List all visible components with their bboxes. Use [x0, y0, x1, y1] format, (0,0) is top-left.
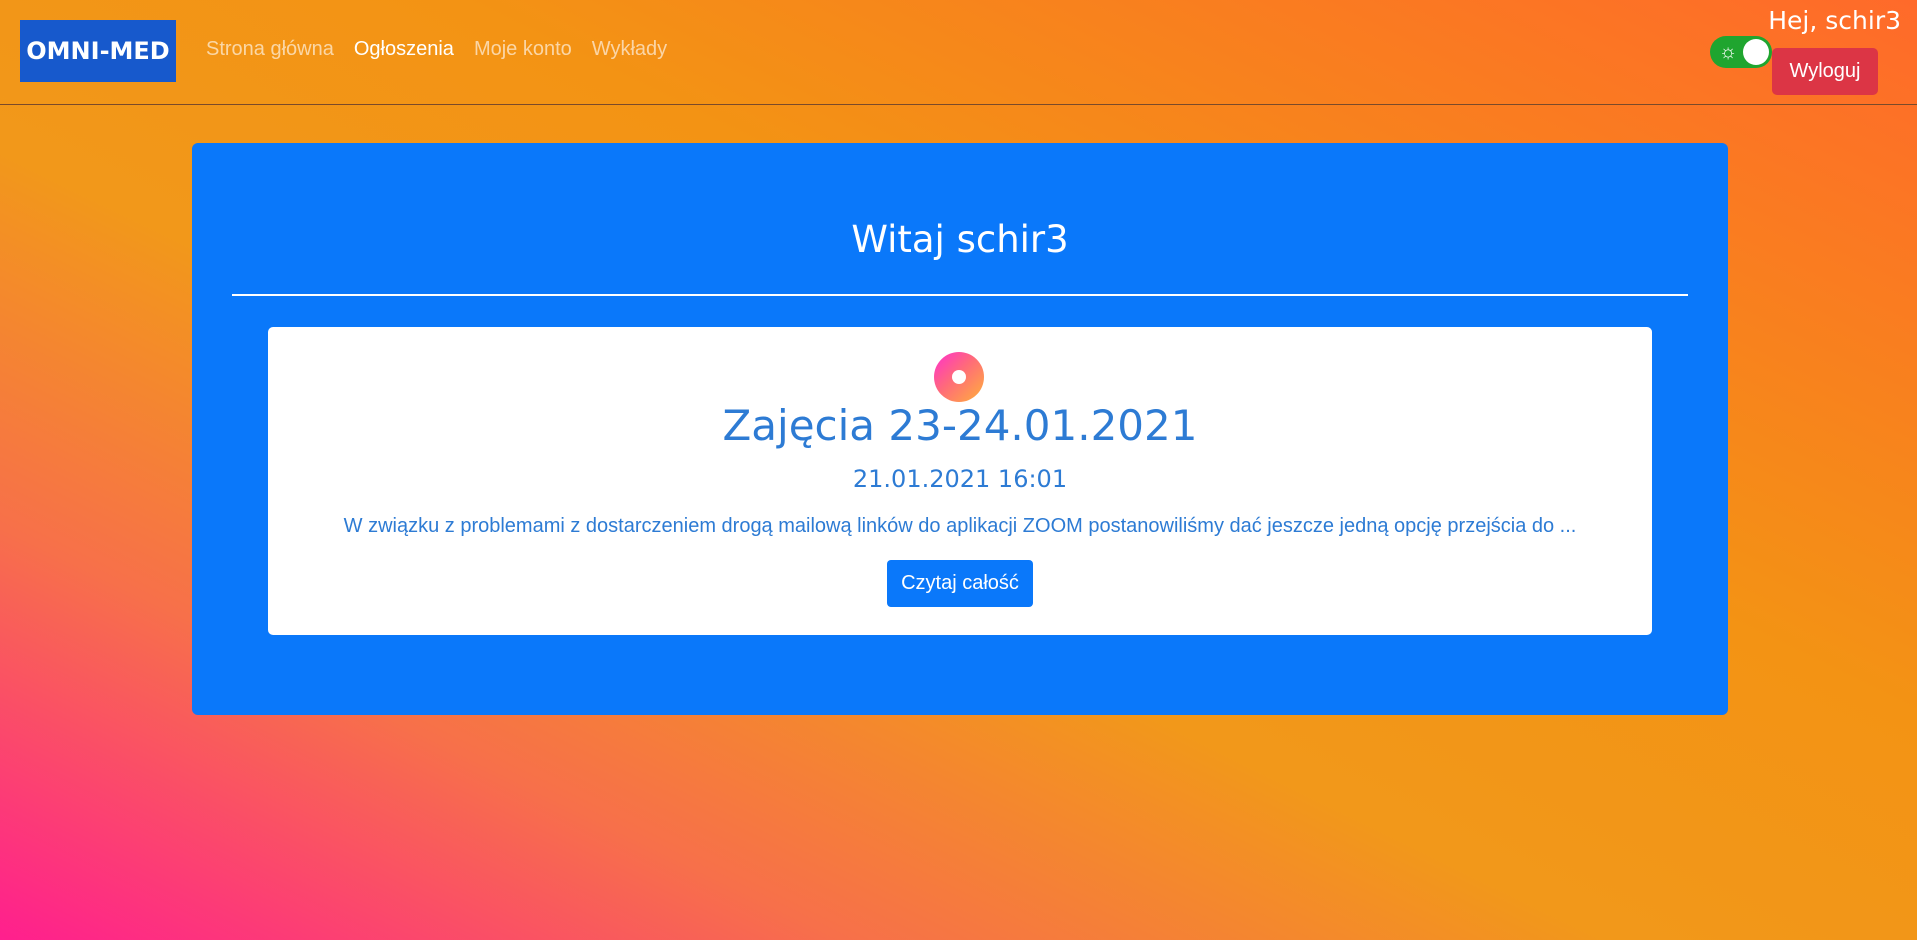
nav-link-lectures[interactable]: Wykłady	[592, 38, 667, 61]
nav-link-my-account[interactable]: Moje konto	[474, 38, 572, 61]
announcement-card: Zajęcia 23-24.01.2021 21.01.2021 16:01 W…	[268, 327, 1652, 635]
welcome-jumbotron: Witaj schir3 Zajęcia 23-24.01.2021 21.01…	[192, 143, 1728, 715]
nav-links: Strona główna Ogłoszenia Moje konto Wykł…	[206, 38, 667, 61]
divider	[232, 294, 1688, 296]
logout-button[interactable]: Wyloguj	[1772, 48, 1878, 95]
announcement-logo-icon	[934, 352, 984, 402]
top-navbar: OMNI-MED Strona główna Ogłoszenia Moje k…	[0, 0, 1917, 105]
brand-logo[interactable]: OMNI-MED	[20, 20, 176, 82]
read-more-button[interactable]: Czytaj całość	[887, 560, 1033, 607]
announcement-excerpt: W związku z problemami z dostarczeniem d…	[343, 515, 1577, 537]
sun-icon: ☼	[1718, 41, 1738, 63]
nav-link-announcements[interactable]: Ogłoszenia	[354, 38, 454, 61]
welcome-title: Witaj schir3	[851, 218, 1069, 261]
nav-link-home[interactable]: Strona główna	[206, 38, 334, 61]
announcement-title: Zajęcia 23-24.01.2021	[722, 401, 1198, 450]
toggle-knob	[1743, 39, 1769, 65]
user-greeting: Hej, schir3	[1768, 6, 1901, 35]
announcement-date: 21.01.2021 16:01	[852, 465, 1068, 493]
theme-toggle[interactable]: ☼	[1710, 36, 1772, 68]
